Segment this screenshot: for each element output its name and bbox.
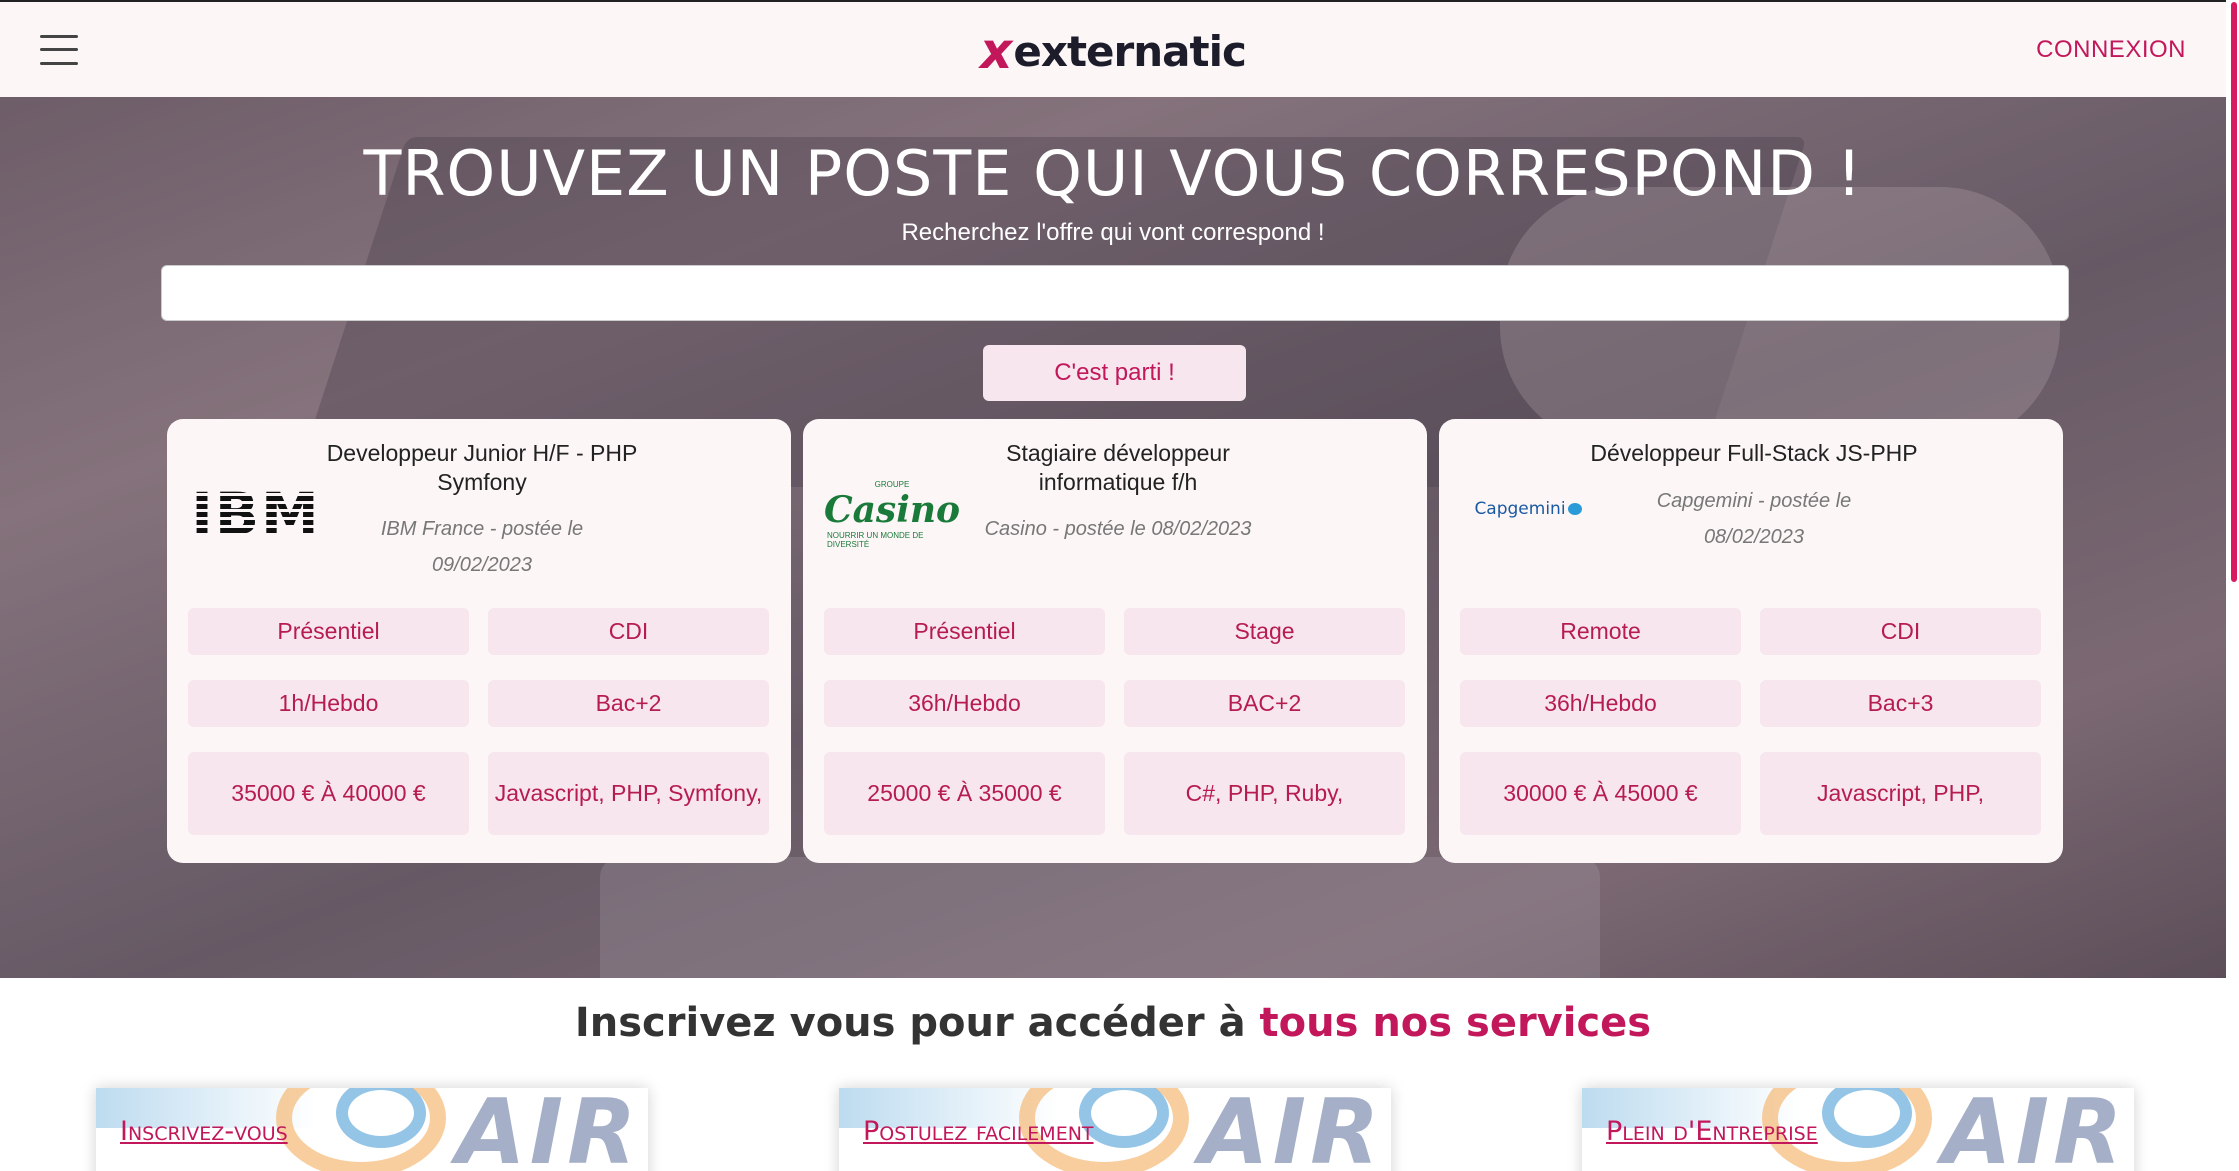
services-heading-part2: vous pour accéder à — [775, 1000, 1260, 1046]
tag-salary: 25000 € À 35000 € — [824, 752, 1105, 835]
tag-skills: Javascript, PHP, Symfony, — [488, 752, 769, 835]
service-card: AIR Postulez facilement — [839, 1088, 1391, 1171]
services-heading-part1: Inscrivez — [574, 1000, 776, 1046]
casino-logo: GROUPE Casino NOURRIR UN MONDE DE DIVERS… — [823, 474, 961, 554]
tag-contract: CDI — [488, 608, 769, 655]
job-card[interactable]: GROUPE Casino NOURRIR UN MONDE DE DIVERS… — [803, 419, 1427, 863]
hero-subtitle: Recherchez l'offre qui vont correspond ! — [901, 219, 1325, 246]
tag-education: Bac+2 — [488, 680, 769, 727]
job-title[interactable]: Développeur Full-Stack JS-PHP — [1589, 439, 1919, 468]
ibm-logo-text: IBM — [191, 480, 321, 548]
job-card[interactable]: IBM Developpeur Junior H/F - PHP Symfony… — [167, 419, 791, 863]
hamburger-menu-icon[interactable] — [40, 34, 78, 65]
job-title[interactable]: Developpeur Junior H/F - PHP Symfony — [317, 439, 647, 497]
tag-workplace: Présentiel — [824, 608, 1105, 655]
tag-workplace: Présentiel — [188, 608, 469, 655]
job-company-date: IBM France - postée le 09/02/2023 — [380, 518, 584, 576]
page-scrollbar[interactable] — [2226, 0, 2239, 1171]
tag-salary: 35000 € À 40000 € — [188, 752, 469, 835]
tag-workplace: Remote — [1460, 608, 1741, 655]
service-card-title[interactable]: Plein d'Entreprise — [1606, 1116, 1818, 1147]
service-card: AIR Plein d'Entreprise — [1582, 1088, 2134, 1171]
casino-logo-small-bottom: NOURRIR UN MONDE DE DIVERSITÉ — [827, 530, 924, 549]
logo-text: externatic — [1013, 26, 1246, 76]
job-search-input[interactable] — [161, 265, 2069, 321]
tag-education: Bac+3 — [1760, 680, 2041, 727]
hero-title: TROUVEZ UN POSTE QUI VOUS CORRESPOND ! — [363, 137, 1863, 210]
tag-salary: 30000 € À 45000 € — [1460, 752, 1741, 835]
search-submit-button[interactable]: C'est parti ! — [983, 345, 1246, 401]
service-card-title[interactable]: Postulez facilement — [863, 1116, 1094, 1147]
tag-hours: 1h/Hebdo — [188, 680, 469, 727]
casino-logo-small-top: GROUPE — [874, 479, 910, 489]
hero-section: TROUVEZ UN POSTE QUI VOUS CORRESPOND ! R… — [0, 97, 2226, 978]
scrollbar-thumb[interactable] — [2231, 2, 2237, 582]
job-title[interactable]: Stagiaire développeur informatique f/h — [953, 439, 1283, 497]
tag-hours: 36h/Hebdo — [824, 680, 1105, 727]
tag-education: BAC+2 — [1124, 680, 1405, 727]
logo-x-mark: x — [980, 22, 1012, 80]
services-heading: Inscrivez vous pour accéder à tous nos s… — [0, 1000, 2226, 1046]
capgemini-logo: Capgemini — [1463, 479, 1593, 539]
service-card-title[interactable]: Inscrivez-vous — [120, 1116, 288, 1147]
login-link[interactable]: CONNEXION — [2036, 36, 2186, 64]
service-card: AIR Inscrivez-vous — [96, 1088, 648, 1171]
tag-skills: Javascript, PHP, — [1760, 752, 2041, 835]
top-navbar: x externatic CONNEXION — [0, 0, 2226, 97]
capgemini-logo-text: Capgemini — [1474, 499, 1566, 519]
tag-contract: Stage — [1124, 608, 1405, 655]
ibm-logo: IBM — [191, 479, 321, 549]
tag-skills: C#, PHP, Ruby, — [1124, 752, 1405, 835]
job-company-date: Casino - postée le 08/02/2023 — [984, 518, 1252, 540]
capgemini-spade-icon — [1567, 503, 1582, 515]
services-heading-accent: tous nos services — [1259, 1000, 1652, 1046]
job-card[interactable]: Capgemini Développeur Full-Stack JS-PHP … — [1439, 419, 2063, 863]
casino-logo-text: Casino — [823, 488, 961, 531]
tag-contract: CDI — [1760, 608, 2041, 655]
job-company-date: Capgemini - postée le 08/02/2023 — [1656, 490, 1852, 548]
site-logo[interactable]: x externatic — [980, 22, 1247, 80]
tag-hours: 36h/Hebdo — [1460, 680, 1741, 727]
